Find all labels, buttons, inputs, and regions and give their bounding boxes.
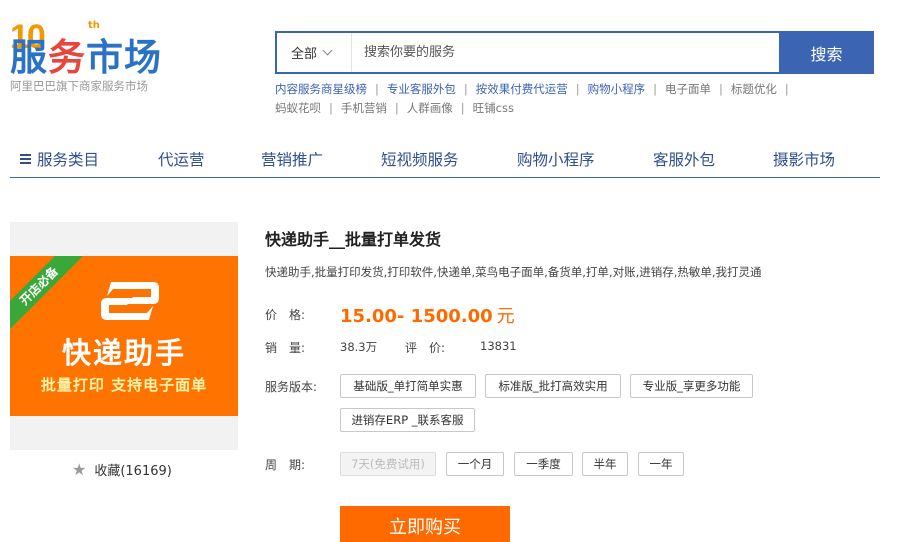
price-value: 15.00- 1500.00 元 xyxy=(340,302,515,328)
favorite-count: 收藏(16169) xyxy=(94,464,172,479)
divider: | xyxy=(719,82,723,96)
nav-item-label: 服务类目 xyxy=(37,151,100,169)
chevron-down-icon xyxy=(322,45,333,56)
divider: | xyxy=(653,82,657,96)
nav-item-photography[interactable]: 摄影市场 xyxy=(773,148,835,170)
nav-item-mini-program[interactable]: 购物小程序 xyxy=(517,148,595,170)
divider: | xyxy=(329,101,333,115)
ribbon-badge: 开店必备 xyxy=(10,256,85,332)
logo-char-3: 市场 xyxy=(86,36,162,79)
divider: | xyxy=(394,101,399,115)
nav-item-marketing[interactable]: 营销推广 xyxy=(261,148,323,170)
product-image-frame: 开店必备 快递助手 批量打印 支持电子面单 xyxy=(10,222,238,450)
hot-link[interactable]: 购物小程序 xyxy=(588,82,646,96)
version-option-basic[interactable]: 基础版_单打简单实惠 xyxy=(340,374,476,398)
logo-th: th xyxy=(88,20,100,31)
price-range: 15.00- 1500.00 xyxy=(340,306,493,327)
hot-links: 内容服务商星级榜 | 专业客服外包 | 按效果付费代运营 | 购物小程序 | 电子面单 | 标题优化… xyxy=(275,80,865,118)
product-description: 快递助手,批量打印发货,打印软件,快递单,菜鸟电子面单,备货单,打单,对账,进销… xyxy=(265,265,762,279)
product-title: 快递助手__批量打单发货 xyxy=(265,230,442,249)
period-option-month[interactable]: 一个月 xyxy=(446,452,504,476)
rating-value: 13831 xyxy=(480,339,517,353)
menu-icon xyxy=(20,154,31,164)
sales-value: 38.3万 xyxy=(340,340,378,354)
hot-link[interactable]: 蚂蚁花呗 xyxy=(275,101,321,115)
divider: | xyxy=(784,82,789,96)
price-unit: 元 xyxy=(496,306,515,327)
nav-item-short-video[interactable]: 短视频服务 xyxy=(381,148,459,170)
hot-link[interactable]: 手机营销 xyxy=(341,101,387,115)
star-icon: ★ xyxy=(72,460,87,479)
period-option-trial[interactable]: 7天(免费试用) xyxy=(340,452,436,476)
search-button[interactable]: 搜索 xyxy=(779,31,874,74)
hot-link[interactable]: 标题优化 xyxy=(731,82,777,96)
sales-label: 销 量: xyxy=(265,341,306,355)
hot-link[interactable]: 旺铺css xyxy=(473,101,514,115)
period-option-quarter[interactable]: 一季度 xyxy=(514,452,573,476)
nav-item-categories[interactable]: 服务类目 xyxy=(20,148,99,170)
version-option-erp[interactable]: 进销存ERP _联系客服 xyxy=(340,408,475,432)
logo-char-1: 服 xyxy=(10,36,48,79)
period-label: 周 期: xyxy=(265,458,306,472)
rating-label: 评 价: xyxy=(405,341,446,355)
divider: | xyxy=(375,82,379,96)
price-label: 价 格: xyxy=(265,308,306,322)
favorite-button[interactable]: ★ 收藏(16169) xyxy=(72,460,172,479)
logo-subtitle: 阿里巴巴旗下商家服务市场 xyxy=(10,79,148,93)
logo-main-text: 服务市场 xyxy=(10,38,162,78)
period-option-year[interactable]: 一年 xyxy=(638,452,684,476)
nav-item-agency[interactable]: 代运营 xyxy=(158,148,205,170)
hot-link[interactable]: 人群画像 xyxy=(407,101,453,115)
search-category-label: 全部 xyxy=(291,47,318,62)
search-bar: 全部 搜索 xyxy=(275,31,874,74)
product-image-subtitle: 批量打印 支持电子面单 xyxy=(40,376,208,394)
hot-link[interactable]: 按效果付费代运营 xyxy=(476,82,568,96)
product-image-title: 快递助手 xyxy=(61,336,186,370)
period-option-half-year[interactable]: 半年 xyxy=(582,452,628,476)
search-input[interactable] xyxy=(352,33,779,72)
search-category-select[interactable]: 全部 xyxy=(277,33,352,72)
logo-char-2: 务 xyxy=(48,36,86,79)
main-nav: 服务类目 代运营 营销推广 短视频服务 购物小程序 客服外包 摄影市场 xyxy=(10,140,880,178)
hot-link[interactable]: 电子面单 xyxy=(665,82,711,96)
divider: | xyxy=(460,101,465,115)
version-label: 服务版本: xyxy=(265,380,318,394)
nav-item-customer-service[interactable]: 客服外包 xyxy=(653,148,715,170)
express-logo-icon xyxy=(101,282,159,320)
divider: | xyxy=(463,82,468,96)
product-image[interactable]: 开店必备 快递助手 批量打印 支持电子面单 xyxy=(10,256,238,416)
buy-now-button[interactable]: 立即购买 xyxy=(340,506,510,542)
hot-link[interactable]: 内容服务商星级榜 xyxy=(275,82,367,96)
site-logo[interactable]: 10 th 服务市场 阿里巴巴旗下商家服务市场 xyxy=(10,18,180,98)
hot-link[interactable]: 专业客服外包 xyxy=(387,82,456,96)
divider: | xyxy=(575,82,580,96)
version-option-pro[interactable]: 专业版_享更多功能 xyxy=(630,374,753,398)
version-option-standard[interactable]: 标准版_批打高效实用 xyxy=(485,374,621,398)
